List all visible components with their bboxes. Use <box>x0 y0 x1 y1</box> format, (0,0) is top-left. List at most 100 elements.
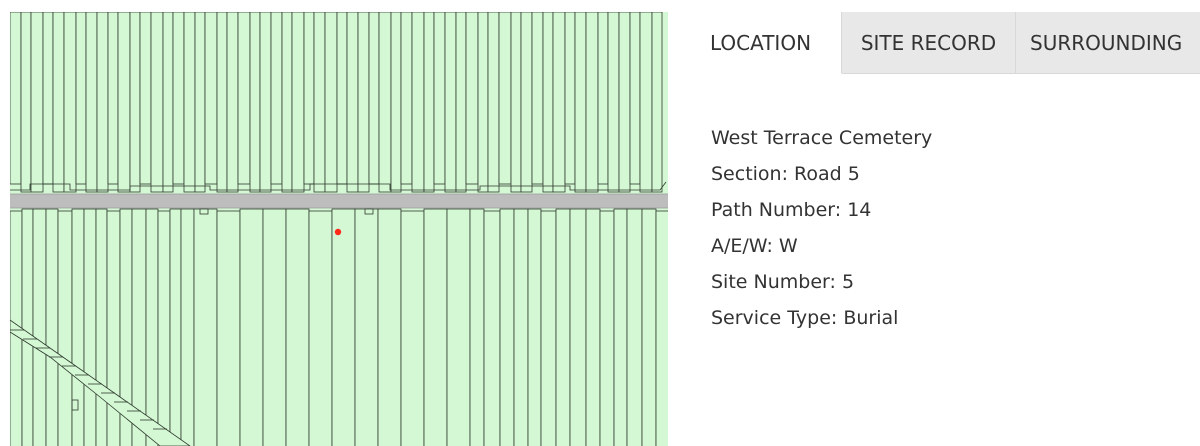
map-plot-upper <box>183 12 196 193</box>
map-plot-upper <box>411 12 425 193</box>
map-canvas[interactable] <box>10 12 668 446</box>
map-road <box>10 194 668 208</box>
map-plot-upper <box>574 12 587 193</box>
map-plot-upper <box>42 12 54 185</box>
map-plot-upper <box>204 12 218 185</box>
map-plot-upper <box>564 12 576 185</box>
map-plot-upper <box>63 12 77 193</box>
map-plot-lower <box>331 208 356 446</box>
map-plot-upper <box>597 12 609 185</box>
map-plot-upper <box>303 12 315 185</box>
map-plot-upper <box>542 12 554 193</box>
map-plot-upper <box>259 12 272 193</box>
map-plot-lower <box>32 208 47 446</box>
map-plot-upper <box>75 12 87 185</box>
map-plot-lower <box>613 208 628 446</box>
map-plot-lower <box>585 208 601 446</box>
map-plot-upper <box>336 12 348 185</box>
map-plot-upper <box>30 12 44 193</box>
service-type-value: Service Type: Burial <box>711 307 899 329</box>
map-location-marker <box>334 228 342 236</box>
map-plot-upper <box>96 12 109 193</box>
map-plot-upper <box>357 12 370 193</box>
map-plot-upper <box>85 12 98 193</box>
map-plot-upper <box>651 12 663 193</box>
map-plot-upper <box>487 12 500 193</box>
map-plot-notch <box>199 208 209 215</box>
map-plot-upper <box>139 12 152 185</box>
map-plot-upper <box>520 12 533 193</box>
map-plot-lower <box>540 210 557 446</box>
map-plot-upper <box>270 12 283 185</box>
map-plot-upper <box>444 12 457 193</box>
map-plot-upper <box>216 12 228 193</box>
map-plot-lower <box>499 208 515 446</box>
map-plot-lower <box>400 210 425 446</box>
map-plot-lower <box>626 208 643 446</box>
map-plot-upper <box>465 12 479 185</box>
map-plot-lower <box>527 208 542 446</box>
map-plot-upper <box>237 12 251 185</box>
cemetery-name: West Terrace Cemetery <box>711 127 933 149</box>
map-plot-lower <box>169 208 182 446</box>
map-plot-upper <box>618 12 631 193</box>
map-plot-lower <box>157 210 171 446</box>
map-plot-upper <box>433 12 446 185</box>
section-value: Section: Road 5 <box>711 163 860 185</box>
map-plot-upper <box>20 12 32 193</box>
map-plot-lower <box>57 210 73 446</box>
map-plot-upper <box>324 12 338 193</box>
map-plot-lower <box>354 208 379 446</box>
map-plot-lower <box>446 208 471 446</box>
map-plot-upper <box>455 12 467 193</box>
aew-value: A/E/W: W <box>711 235 798 257</box>
map-plot-lower <box>145 208 159 446</box>
map-plot-lower <box>423 208 448 446</box>
map-plot-lower <box>513 208 529 446</box>
map-plot-upper <box>10 12 22 185</box>
map-plot-upper <box>639 12 653 193</box>
map-plot-upper <box>585 12 599 193</box>
map-plot-lower <box>569 208 587 446</box>
map-plot-upper <box>226 12 239 193</box>
map-plot-lower <box>641 208 657 446</box>
map-plot-upper <box>172 12 185 185</box>
map-plot-upper <box>531 12 544 185</box>
map-plot-upper <box>346 12 359 193</box>
cemetery-map[interactable] <box>10 12 668 446</box>
tab-surrounding[interactable]: SURROUNDING <box>1016 12 1200 74</box>
map-plot-lower <box>483 210 501 446</box>
map-plot-upper <box>52 12 65 193</box>
map-plot-upper <box>107 12 119 185</box>
tab-site-record[interactable]: SITE RECORD <box>842 12 1016 74</box>
map-plot-lower <box>285 208 310 446</box>
map-plot-upper <box>313 12 326 193</box>
map-plot-upper <box>291 12 305 193</box>
map-plot-lower <box>45 208 59 446</box>
tab-location[interactable]: LOCATION <box>680 12 842 74</box>
map-plot-upper <box>607 12 620 193</box>
map-plot-lower <box>216 210 241 446</box>
map-plot-lower <box>377 208 402 446</box>
map-plot-upper <box>629 12 641 185</box>
map-plot-lower <box>599 210 615 446</box>
map-plot-lower <box>21 208 34 446</box>
map-plot-lower <box>555 208 571 446</box>
site-number-value: Site Number: 5 <box>711 271 855 293</box>
map-plot-upper <box>390 12 402 193</box>
map-plot-upper <box>194 12 206 193</box>
map-plot-lower <box>83 208 97 446</box>
map-plot-upper <box>423 12 435 193</box>
map-plot-upper <box>400 12 413 185</box>
map-plot-upper <box>162 12 174 193</box>
map-plot-upper <box>129 12 141 193</box>
map-plot-upper <box>281 12 293 193</box>
map-plot-notch <box>364 208 374 215</box>
map-plot-lower <box>239 208 264 446</box>
map-plot-lower <box>180 208 195 446</box>
info-tabs: LOCATION SITE RECORD SURROUNDING <box>680 12 1200 74</box>
map-plot-upper <box>498 12 512 185</box>
map-plot-upper <box>249 12 261 193</box>
map-plot-upper <box>477 12 489 193</box>
map-plot-lower <box>469 208 485 446</box>
